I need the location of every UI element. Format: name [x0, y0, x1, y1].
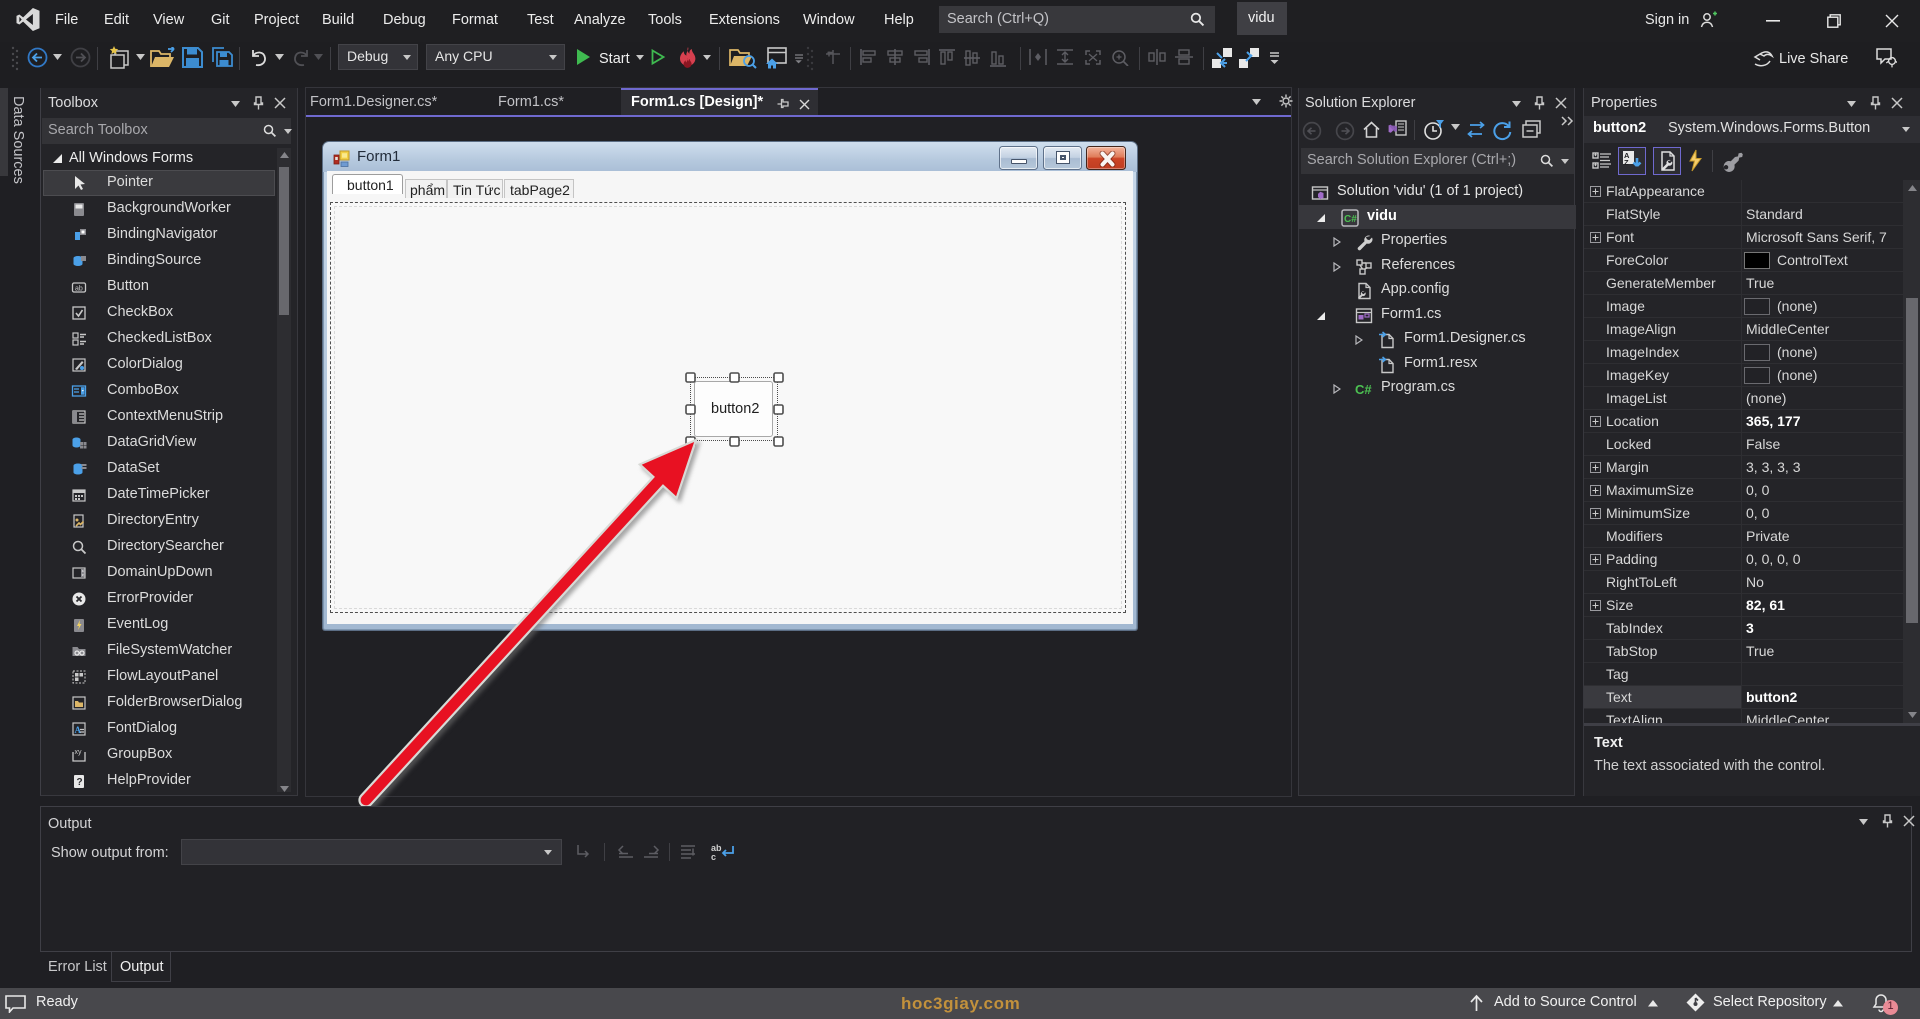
svg-text:Z: Z [1624, 158, 1629, 167]
svg-text:?: ? [77, 777, 83, 788]
svg-text:ab: ab [75, 286, 83, 293]
svg-text:C#: C# [1344, 214, 1357, 225]
svg-text:C#: C# [1355, 382, 1372, 397]
svg-text:xy: xy [75, 749, 83, 756]
svg-text:c: c [711, 852, 716, 862]
